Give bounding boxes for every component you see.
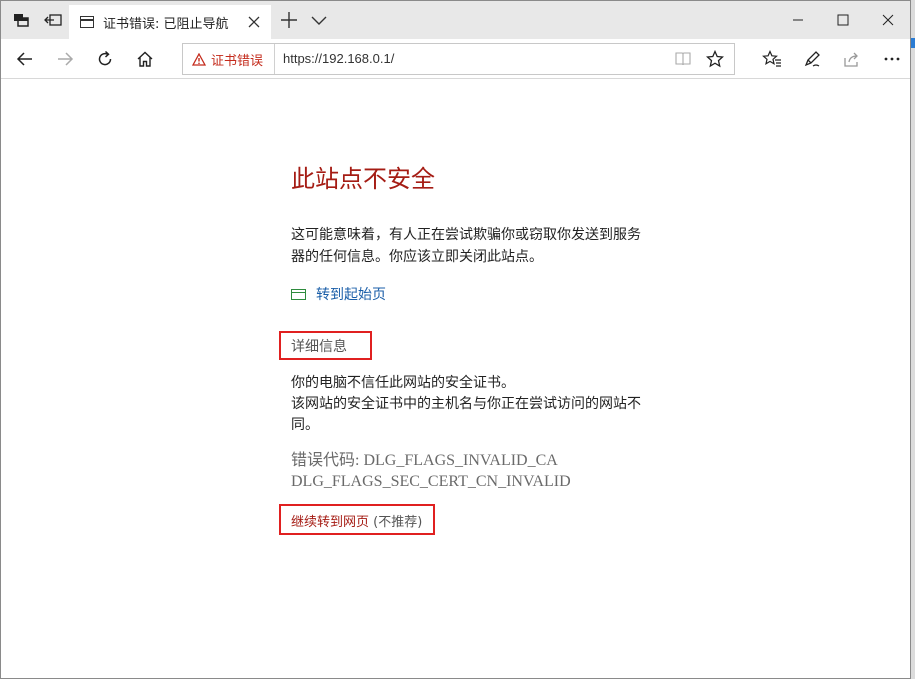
home-button[interactable]: [129, 43, 161, 75]
new-tab-button[interactable]: [278, 9, 300, 31]
details-line-2: 该网站的安全证书中的主机名与你正在尝试访问的网站不同。: [291, 396, 641, 433]
forward-arrow-icon: [58, 52, 74, 66]
favorites-button[interactable]: [756, 43, 788, 75]
tab-active[interactable]: 证书错误: 已阻止导航: [69, 5, 271, 39]
add-favorite-button[interactable]: [706, 50, 724, 68]
background-accent: [911, 38, 915, 48]
tab-preview-button[interactable]: [310, 10, 328, 30]
tab-title: 证书错误: 已阻止导航: [103, 16, 229, 32]
error-code: 错误代码: DLG_FLAGS_INVALID_CA DLG_FLAGS_SEC…: [291, 450, 571, 492]
warning-icon: [192, 52, 206, 66]
continue-to-page: 继续转到网页 (不推荐): [291, 511, 422, 530]
browser-window: 证书错误: 已阻止导航 证书错误 https://192.168.0.1/ 此站…: [0, 0, 911, 679]
details-line-1: 你的电脑不信任此网站的安全证书。: [291, 375, 515, 391]
address-bar[interactable]: 证书错误 https://192.168.0.1/: [182, 43, 735, 75]
page-content: 此站点不安全 这可能意味着，有人正在尝试欺骗你或窃取你发送到服务器的任何信息。你…: [1, 80, 910, 678]
error-code-1: DLG_FLAGS_INVALID_CA: [363, 452, 558, 469]
set-tabs-aside-button[interactable]: [35, 1, 71, 39]
reading-view-button[interactable]: [674, 51, 692, 67]
page-icon: [80, 16, 94, 28]
back-arrow-icon: [16, 52, 32, 66]
maximize-button[interactable]: [820, 1, 866, 39]
error-description: 这可能意味着，有人正在尝试欺骗你或窃取你发送到服务器的任何信息。你应该立即关闭此…: [291, 227, 641, 265]
favorites-list-icon: [762, 50, 781, 67]
background-window-strip: [911, 0, 915, 679]
refresh-icon: [98, 50, 112, 66]
error-code-2: DLG_FLAGS_SEC_CERT_CN_INVALID: [291, 473, 571, 490]
tab-actions-button[interactable]: [3, 1, 39, 39]
close-icon: [248, 16, 260, 28]
minimize-icon: [793, 19, 803, 21]
title-bar: 证书错误: 已阻止导航: [1, 1, 910, 39]
tab-actions-icon: [14, 14, 29, 27]
pen-icon: [804, 51, 820, 67]
error-code-label: 错误代码:: [291, 452, 360, 469]
certificate-error-button[interactable]: 证书错误: [183, 44, 275, 74]
plus-icon: [281, 12, 297, 28]
share-icon: [844, 52, 858, 67]
forward-button[interactable]: [49, 43, 81, 75]
details-toggle[interactable]: 详细信息: [291, 336, 347, 356]
refresh-button[interactable]: [89, 43, 121, 75]
chevron-down-icon: [311, 16, 327, 25]
go-to-start-page-link[interactable]: 转到起始页: [291, 284, 386, 304]
back-button[interactable]: [9, 43, 41, 75]
set-aside-icon: [44, 14, 62, 26]
more-dots-icon: [884, 57, 900, 61]
url-text[interactable]: https://192.168.0.1/: [283, 51, 394, 66]
not-recommended-label: (不推荐): [373, 515, 423, 530]
continue-to-page-link[interactable]: 继续转到网页: [291, 515, 369, 530]
tab-close-button[interactable]: [245, 13, 263, 31]
share-button[interactable]: [836, 43, 868, 75]
start-page-link-text: 转到起始页: [316, 287, 386, 303]
reading-view-icon: [675, 52, 691, 66]
star-icon: [706, 50, 724, 68]
certificate-error-label: 证书错误: [211, 53, 264, 69]
maximize-icon: [837, 14, 849, 26]
error-title: 此站点不安全: [291, 165, 435, 193]
navigation-bar: 证书错误 https://192.168.0.1/: [1, 39, 910, 79]
more-button[interactable]: [876, 43, 908, 75]
add-notes-button[interactable]: [796, 43, 828, 75]
details-text: 你的电脑不信任此网站的安全证书。 该网站的安全证书中的主机名与你正在尝试访问的网…: [291, 373, 641, 436]
minimize-button[interactable]: [775, 1, 821, 39]
start-page-icon: [291, 288, 306, 300]
home-icon: [137, 51, 153, 67]
close-window-icon: [882, 14, 894, 26]
close-window-button[interactable]: [865, 1, 910, 39]
